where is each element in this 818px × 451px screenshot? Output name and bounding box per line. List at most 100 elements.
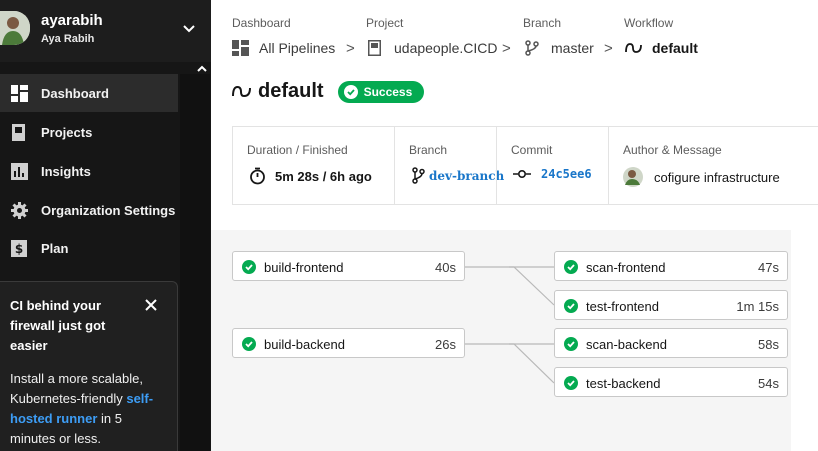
job-build-backend[interactable]: build-backend 26s	[232, 328, 465, 358]
chevron-down-icon[interactable]	[182, 24, 196, 34]
job-scan-backend[interactable]: scan-backend 58s	[554, 328, 788, 358]
check-icon	[564, 376, 578, 390]
sidebar-item-insights[interactable]: Insights	[0, 152, 195, 190]
commit-label: Commit	[511, 143, 553, 157]
workflow-graph: build-frontend 40s build-backend 26s sca…	[211, 230, 791, 451]
branch-link[interactable]: dev-branch	[412, 167, 504, 184]
user-full-name: Aya Rabih	[41, 33, 95, 45]
breadcrumb-project-title: Project	[366, 16, 404, 30]
check-icon	[564, 299, 578, 313]
breadcrumb-branch[interactable]: master	[525, 40, 594, 56]
branch-label: Branch	[409, 143, 448, 157]
breadcrumb-label: master	[551, 40, 594, 56]
breadcrumb-dashboard-title: Dashboard	[232, 16, 291, 30]
check-icon	[564, 260, 578, 274]
breadcrumb-label: All Pipelines	[259, 40, 336, 56]
commit-hash: 24c5ee6	[541, 167, 592, 181]
chevron-right-icon: >	[502, 40, 511, 57]
workflow-details-card: Duration / Finished 5m 28s / 6h ago Bran…	[232, 126, 818, 205]
author-avatar	[623, 167, 643, 187]
main-content: Dashboard All Pipelines > Project udapeo…	[211, 0, 818, 451]
breadcrumb-label: default	[652, 40, 698, 56]
breadcrumb-workflow[interactable]: default	[625, 40, 698, 56]
promo-body-text: Install a more scalable, Kubernetes-frie…	[10, 371, 143, 406]
sidebar-item-label: Projects	[41, 124, 93, 140]
job-duration: 40s	[435, 260, 456, 275]
sidebar-item-dashboard[interactable]: Dashboard	[0, 74, 178, 112]
breadcrumb-workflow-title: Workflow	[624, 16, 674, 30]
job-build-frontend[interactable]: build-frontend 40s	[232, 251, 465, 281]
job-name: scan-frontend	[586, 260, 666, 275]
promo-title: CI behind your firewall just got easier	[10, 298, 106, 353]
duration-text: 5m 28s / 6h ago	[275, 168, 372, 184]
sidebar-item-projects[interactable]: Projects	[0, 113, 195, 151]
workflow-header: default Success	[232, 80, 425, 103]
branch-icon	[525, 40, 539, 56]
username: ayarabih	[41, 12, 103, 29]
avatar	[0, 11, 30, 45]
sidebar-item-label: Organization Settings	[41, 202, 176, 218]
duration-value: 5m 28s / 6h ago	[249, 167, 372, 185]
commit-icon	[513, 169, 531, 179]
breadcrumb-project[interactable]: udapeople.CICD	[368, 40, 498, 56]
check-icon	[343, 84, 358, 99]
sidebar-item-label: Dashboard	[41, 85, 109, 101]
job-duration: 58s	[758, 337, 779, 352]
commit-column: Commit 24c5ee6	[496, 127, 608, 204]
workflow-icon	[232, 85, 251, 97]
sidebar-item-plan[interactable]: $ Plan	[0, 229, 195, 267]
workflow-icon	[625, 43, 642, 53]
promo-body: Install a more scalable, Kubernetes-frie…	[10, 369, 167, 449]
job-duration: 54s	[758, 376, 779, 391]
scroll-up-icon[interactable]	[196, 64, 208, 74]
commit-message: cofigure infrastructure	[654, 169, 780, 185]
check-icon	[242, 260, 256, 274]
promo-card: CI behind your firewall just got easier …	[0, 281, 178, 451]
duration-label: Duration / Finished	[247, 143, 348, 157]
author-column: Author & Message cofigure infrastructure	[608, 127, 818, 204]
job-test-backend[interactable]: test-backend 54s	[554, 367, 788, 397]
branch-name: dev-branch	[429, 168, 505, 183]
job-name: test-frontend	[586, 299, 659, 314]
sidebar-item-label: Plan	[41, 240, 69, 256]
breadcrumb-label: udapeople.CICD	[394, 40, 498, 56]
sidebar-item-label: Insights	[41, 163, 91, 179]
job-name: scan-backend	[586, 337, 667, 352]
user-menu[interactable]: ayarabih Aya Rabih	[0, 0, 211, 62]
timer-icon	[250, 167, 265, 185]
breadcrumb-branch-title: Branch	[523, 16, 562, 30]
commit-link[interactable]: 24c5ee6	[513, 167, 592, 181]
status-label: Success	[363, 84, 413, 99]
breadcrumb-all-pipelines[interactable]: All Pipelines	[232, 40, 335, 56]
insights-icon	[11, 163, 28, 180]
sidebar: ayarabih Aya Rabih Dashboard Projects In…	[0, 0, 211, 451]
author-message: cofigure infrastructure	[623, 167, 780, 187]
job-duration: 47s	[758, 260, 779, 275]
chevron-right-icon: >	[346, 40, 355, 57]
close-icon[interactable]	[144, 298, 158, 312]
chevron-right-icon: >	[604, 40, 613, 57]
job-duration: 1m 15s	[736, 299, 779, 314]
branch-icon	[412, 167, 425, 184]
check-icon	[564, 337, 578, 351]
job-name: build-frontend	[264, 260, 344, 275]
job-scan-frontend[interactable]: scan-frontend 47s	[554, 251, 788, 281]
projects-icon	[12, 124, 25, 141]
check-icon	[242, 337, 256, 351]
duration-column: Duration / Finished 5m 28s / 6h ago	[233, 127, 394, 204]
pipelines-icon	[232, 40, 249, 56]
gear-icon	[11, 202, 28, 219]
dashboard-icon	[11, 85, 28, 102]
svg-text:$: $	[15, 242, 23, 256]
page-title: default	[258, 80, 324, 102]
sidebar-item-organization-settings[interactable]: Organization Settings	[0, 191, 195, 229]
job-name: build-backend	[264, 337, 345, 352]
author-label: Author & Message	[623, 143, 722, 157]
job-duration: 26s	[435, 337, 456, 352]
project-icon	[368, 40, 381, 56]
job-name: test-backend	[586, 376, 661, 391]
status-badge: Success	[337, 80, 425, 103]
plan-icon: $	[11, 240, 27, 257]
job-test-frontend[interactable]: test-frontend 1m 15s	[554, 290, 788, 320]
branch-column: Branch dev-branch	[394, 127, 504, 204]
